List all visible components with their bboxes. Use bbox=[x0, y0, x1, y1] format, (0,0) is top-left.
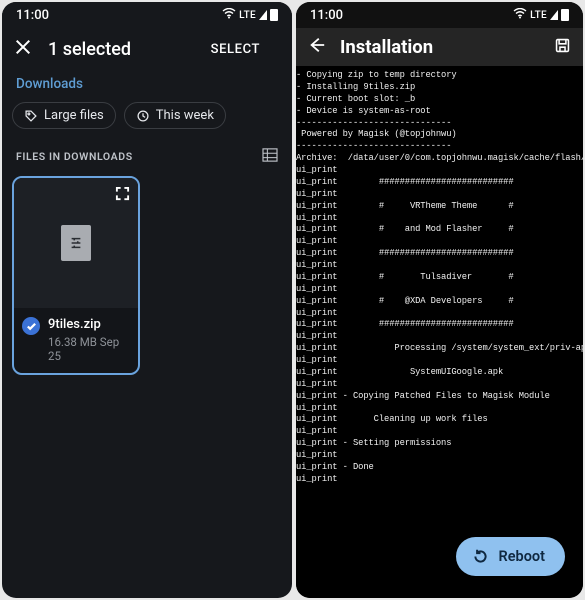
chip-label: This week bbox=[156, 108, 214, 123]
battery-icon bbox=[561, 9, 569, 21]
right-phone-screen: 11:00 LTE Installation - Copying zip to … bbox=[296, 2, 583, 598]
reboot-label: Reboot bbox=[499, 548, 545, 565]
breadcrumb[interactable]: Downloads bbox=[2, 72, 292, 102]
wifi-icon bbox=[513, 8, 527, 23]
chip-large-files[interactable]: Large files bbox=[12, 102, 116, 129]
status-icons: LTE bbox=[513, 8, 569, 23]
network-label: LTE bbox=[239, 10, 256, 21]
status-time: 11:00 bbox=[310, 8, 343, 23]
file-size-date: 16.38 MB Sep 25 bbox=[48, 335, 130, 363]
chip-label: Large files bbox=[44, 108, 104, 123]
battery-icon bbox=[270, 9, 278, 21]
file-grid: 9tiles.zip 16.38 MB Sep 25 bbox=[2, 176, 292, 375]
view-toggle-icon[interactable] bbox=[262, 147, 278, 166]
expand-icon[interactable] bbox=[115, 186, 130, 201]
file-name: 9tiles.zip bbox=[48, 317, 130, 333]
network-label: LTE bbox=[530, 10, 547, 21]
reboot-button[interactable]: Reboot bbox=[456, 537, 565, 576]
file-thumbnail bbox=[14, 178, 138, 308]
signal-icon bbox=[259, 10, 267, 20]
selected-check-icon[interactable] bbox=[22, 317, 40, 335]
tag-icon bbox=[24, 109, 38, 123]
section-label: FILES IN DOWNLOADS bbox=[16, 150, 133, 163]
save-icon[interactable] bbox=[554, 37, 571, 58]
left-phone-screen: 11:00 LTE 1 selected SELECT Downloads La… bbox=[2, 2, 292, 598]
status-bar: 11:00 LTE bbox=[2, 2, 292, 28]
clock-icon bbox=[136, 109, 150, 123]
zip-icon bbox=[61, 225, 91, 261]
status-icons: LTE bbox=[222, 8, 278, 23]
select-button[interactable]: SELECT bbox=[211, 42, 260, 57]
status-time: 11:00 bbox=[16, 8, 49, 23]
back-icon[interactable] bbox=[308, 36, 326, 58]
section-header: FILES IN DOWNLOADS bbox=[2, 141, 292, 176]
status-bar: 11:00 LTE bbox=[296, 2, 583, 28]
close-icon[interactable] bbox=[14, 38, 32, 60]
file-meta-row: 9tiles.zip 16.38 MB Sep 25 bbox=[14, 308, 138, 373]
selection-title: 1 selected bbox=[48, 39, 195, 60]
file-card[interactable]: 9tiles.zip 16.38 MB Sep 25 bbox=[12, 176, 140, 375]
page-title: Installation bbox=[340, 36, 540, 58]
filter-chips: Large files This week bbox=[2, 102, 292, 141]
chip-this-week[interactable]: This week bbox=[124, 102, 226, 129]
wifi-icon bbox=[222, 8, 236, 23]
app-bar: 1 selected SELECT bbox=[2, 28, 292, 72]
signal-icon bbox=[550, 10, 558, 20]
app-bar: Installation bbox=[296, 28, 583, 66]
terminal-output[interactable]: - Copying zip to temp directory - Instal… bbox=[296, 66, 583, 598]
reboot-icon bbox=[472, 548, 489, 565]
